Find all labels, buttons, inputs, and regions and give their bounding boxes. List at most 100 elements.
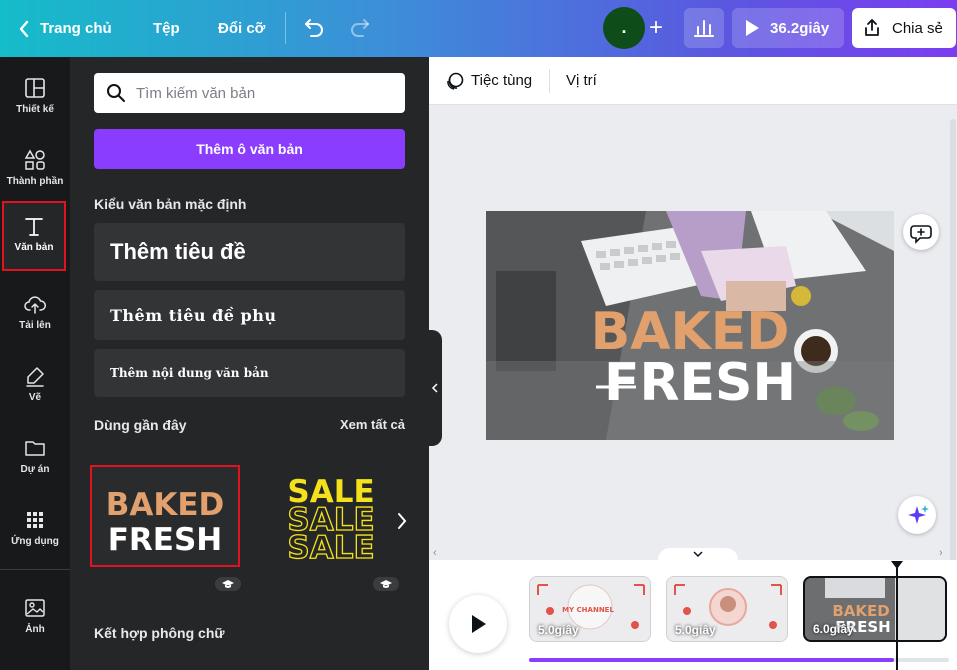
sparkle-icon xyxy=(908,505,929,524)
add-body-text-label: Thêm nội dung văn bản xyxy=(110,366,269,380)
bar-chart-icon xyxy=(694,20,714,37)
recently-used-title: Dùng gần đây xyxy=(94,417,187,433)
avatar[interactable]: . xyxy=(603,7,645,49)
animate-label: Tiệc tùng xyxy=(471,72,533,89)
baked-fresh-graphic: BAKED FRESH xyxy=(106,487,225,558)
play-icon xyxy=(746,20,759,36)
recent-template-baked-fresh[interactable]: BAKED FRESH xyxy=(90,465,240,567)
scroll-right-icon[interactable]: › xyxy=(939,547,943,560)
timeline-clip-selected[interactable]: BAKED FRESH 6.0giây xyxy=(803,576,947,642)
folder-icon xyxy=(25,441,45,456)
layout-icon xyxy=(25,78,45,98)
see-all-link[interactable]: Xem tất cả xyxy=(340,417,405,432)
back-home-label: Trang chủ xyxy=(40,20,112,37)
rail-label-photos: Ảnh xyxy=(25,624,45,635)
chevron-down-icon xyxy=(693,551,703,558)
share-button[interactable]: Chia sẻ xyxy=(852,8,956,48)
playhead-marker-icon[interactable] xyxy=(890,560,904,570)
top-bar: Trang chủ Tệp Đổi cỡ . + 36.2giây Chia s… xyxy=(0,0,957,57)
chevron-right-icon[interactable] xyxy=(396,512,408,530)
collapse-panel-button[interactable] xyxy=(429,330,442,446)
rail-label-elements: Thành phần xyxy=(6,176,64,187)
toolbar-divider xyxy=(285,12,286,44)
rail-label-design: Thiết kế xyxy=(16,104,54,115)
scrollbar-thumb[interactable] xyxy=(950,119,956,589)
add-text-box-button[interactable]: Thêm ô văn bản xyxy=(94,129,405,169)
rail-item-elements[interactable]: Thành phần xyxy=(0,135,70,205)
clip-title: MY CHANNEL xyxy=(562,606,614,614)
rail-item-photos[interactable]: Ảnh xyxy=(0,583,70,653)
vertical-scrollbar[interactable] xyxy=(949,114,957,594)
animation-circles-icon xyxy=(447,72,464,90)
chevron-left-icon xyxy=(19,20,29,37)
pro-crown-badge xyxy=(373,577,399,591)
timeline-play-button[interactable] xyxy=(449,595,507,653)
timeline-clip[interactable]: MY CHANNEL 5.0giây xyxy=(529,576,651,642)
back-home-button[interactable]: Trang chủ xyxy=(18,0,112,57)
timeline-clip[interactable]: 5.0giây xyxy=(666,576,788,642)
upload-cloud-icon xyxy=(24,296,46,314)
shapes-icon xyxy=(24,149,45,170)
rail-label-apps: Ứng dụng xyxy=(11,536,59,547)
playhead[interactable] xyxy=(896,568,898,670)
rail-item-draw[interactable]: Vẽ xyxy=(0,351,70,421)
rail-label-text: Văn bản xyxy=(14,242,54,253)
add-collaborator-button[interactable]: + xyxy=(641,14,671,44)
timeline-toggle[interactable] xyxy=(658,548,738,562)
rail-divider xyxy=(0,569,70,570)
total-duration: 36.2giây xyxy=(770,19,830,37)
insights-button[interactable] xyxy=(684,8,724,48)
timeline: MY CHANNEL 5.0giây 5.0giây BAKED FRESH 6… xyxy=(429,548,957,670)
recent-baked-text: BAKED xyxy=(106,487,225,523)
redo-icon[interactable] xyxy=(348,15,372,39)
rail-label-projects: Dự án xyxy=(20,464,50,475)
image-icon xyxy=(25,599,45,617)
recent-template-sale[interactable]: SALE SALE SALE xyxy=(266,465,416,567)
animate-button[interactable]: Tiệc tùng xyxy=(445,57,532,105)
sale-graphic: SALE SALE SALE xyxy=(287,474,376,567)
side-rail: Thiết kế Thành phần Văn bản Tải lên Vẽ D… xyxy=(0,57,70,670)
add-comment-button[interactable] xyxy=(903,214,939,250)
add-subheading-button[interactable]: Thêm tiêu đề phụ xyxy=(94,290,405,340)
add-heading-button[interactable]: Thêm tiêu đề xyxy=(94,223,405,281)
rail-item-projects[interactable]: Dự án xyxy=(0,423,70,493)
rail-label-draw: Vẽ xyxy=(28,392,42,403)
rail-item-apps[interactable]: Ứng dụng xyxy=(0,495,70,565)
text-panel: Thêm ô văn bản Kiểu văn bản mặc định Thê… xyxy=(70,57,429,670)
pro-crown-badge xyxy=(215,577,241,591)
scroll-left-icon[interactable]: ‹ xyxy=(433,547,437,560)
magic-assistant-button[interactable] xyxy=(898,496,936,534)
search-box[interactable] xyxy=(94,73,405,113)
apps-grid-icon xyxy=(27,512,43,528)
editor-area: Tiệc tùng Vị trí BAKED FRESH xyxy=(429,57,957,589)
add-body-text-button[interactable]: Thêm nội dung văn bản xyxy=(94,349,405,397)
rail-item-text[interactable]: Văn bản xyxy=(2,201,66,271)
toolbar-divider xyxy=(549,69,550,93)
add-subheading-label: Thêm tiêu đề phụ xyxy=(110,305,277,325)
position-button[interactable]: Vị trí xyxy=(566,57,597,105)
preview-play-button[interactable]: 36.2giây xyxy=(732,8,844,48)
rail-item-uploads[interactable]: Tải lên xyxy=(0,279,70,349)
design-canvas[interactable]: BAKED FRESH xyxy=(486,211,894,440)
sale-text-3: SALE xyxy=(287,530,374,566)
timeline-progress-fill xyxy=(529,658,894,662)
canvas-photo: BAKED FRESH xyxy=(486,211,894,440)
font-combinations-title: Kết hợp phông chữ xyxy=(94,625,225,641)
resize-button[interactable]: Đổi cỡ xyxy=(218,0,265,57)
rail-label-uploads: Tải lên xyxy=(19,320,51,331)
share-upload-icon xyxy=(865,19,879,36)
clip-duration: 5.0giây xyxy=(538,623,579,637)
comment-add-icon xyxy=(910,225,932,244)
draw-pen-icon xyxy=(26,367,44,387)
editor-toolbar: Tiệc tùng Vị trí xyxy=(429,57,957,105)
rail-item-design[interactable]: Thiết kế xyxy=(0,63,70,133)
play-icon xyxy=(472,615,486,633)
graduation-cap-icon xyxy=(380,580,392,588)
recent-fresh-text: FRESH xyxy=(108,522,223,558)
undo-icon[interactable] xyxy=(302,15,326,39)
search-input[interactable] xyxy=(136,84,386,102)
file-menu-button[interactable]: Tệp xyxy=(153,0,180,57)
text-icon xyxy=(25,218,43,236)
graduation-cap-icon xyxy=(222,580,234,588)
clip-duration: 5.0giây xyxy=(675,623,716,637)
